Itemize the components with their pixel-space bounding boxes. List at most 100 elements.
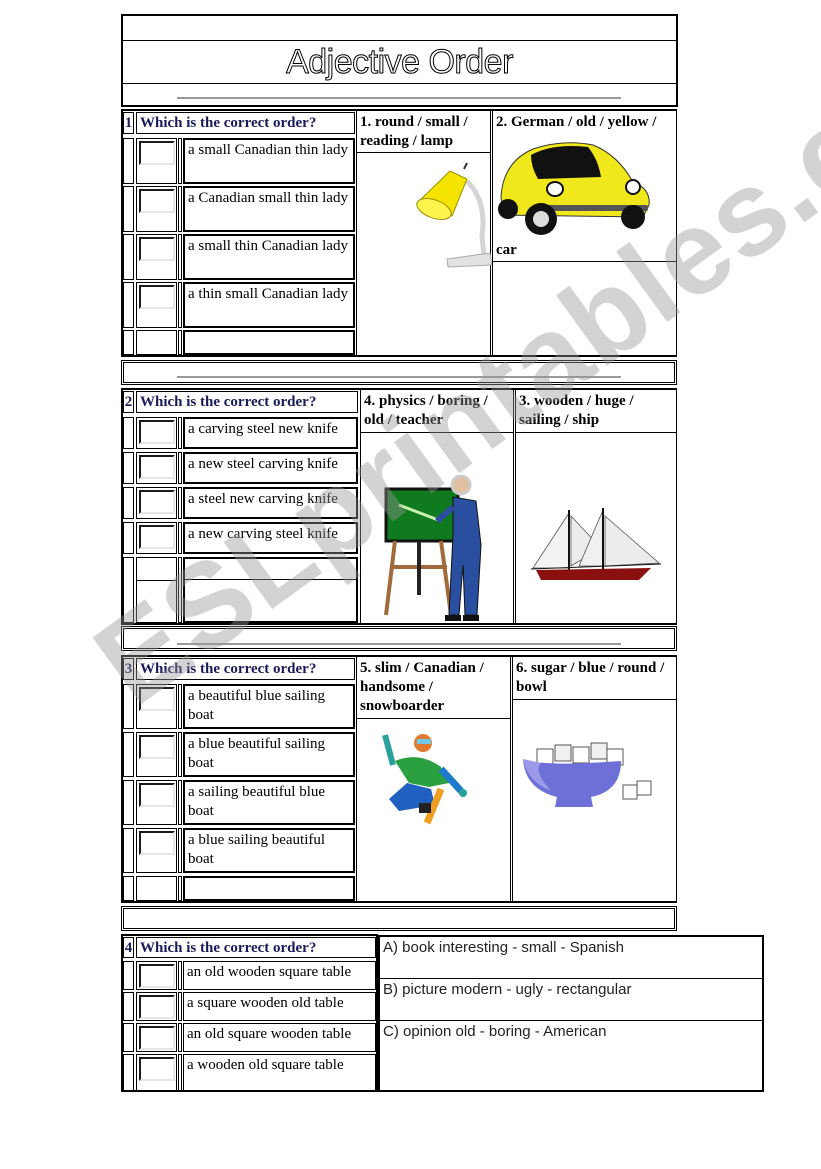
row-marker (123, 330, 134, 355)
spacer-band (121, 906, 677, 931)
option-text: a square wooden old table (187, 995, 344, 1011)
spacer-cell (178, 732, 182, 777)
lamp-image (416, 162, 492, 268)
option-text: a new carving steel knife (188, 526, 338, 542)
prompt-text: 2. German / old / yellow / (496, 114, 657, 130)
answer-cell (136, 1023, 177, 1052)
spacer-cell (178, 961, 182, 990)
option-text: a beautiful blue sailing boat (188, 688, 326, 723)
spacer-cell (178, 282, 182, 328)
title-rule-top (123, 40, 676, 41)
option-cell: a wooden old square table (183, 1054, 376, 1091)
spacer-cell (178, 1054, 182, 1091)
option-cell: a sailing beautiful blue boat (183, 780, 355, 825)
answer-input[interactable] (139, 1026, 175, 1050)
option-text: a small thin Canadian lady (188, 238, 348, 254)
answer-cell (136, 828, 177, 873)
answer-input[interactable] (139, 964, 175, 988)
answer-cell (136, 417, 177, 449)
option-text: a small Canadian thin lady (188, 142, 348, 158)
option-cell (183, 876, 355, 901)
question-text: Which is the correct order? (140, 394, 317, 410)
question-header: Which is the correct order? (136, 112, 355, 134)
row-marker (123, 557, 134, 623)
answer-input[interactable] (139, 189, 175, 213)
answer-cell (136, 780, 177, 825)
option-cell: a small Canadian thin lady (183, 138, 355, 184)
answer-input[interactable] (139, 735, 175, 759)
spacer-cell (178, 186, 182, 232)
row-marker (123, 1023, 134, 1052)
question-number-box: 2 (123, 391, 134, 413)
answer-input[interactable] (139, 831, 175, 855)
option-text: an old wooden square table (187, 964, 352, 980)
answer-option-c: C) opinion old - boring - American (383, 1023, 607, 1040)
answer-cell (136, 282, 177, 328)
snowboarder-image (382, 734, 467, 825)
row-marker (123, 1054, 134, 1091)
answer-input[interactable] (139, 783, 175, 807)
answer-input[interactable] (139, 141, 175, 165)
option-text: a blue sailing beautiful boat (188, 832, 326, 867)
answer-input[interactable] (139, 525, 175, 549)
row-marker (123, 522, 134, 554)
prompt-card: 4. physics / boring / old / teacher (360, 389, 514, 624)
prompt-text: 5. slim / Canadian / handsome / snowboar… (357, 657, 510, 719)
option-text: an old square wooden table (187, 1026, 352, 1042)
ship-image (531, 508, 662, 580)
option-cell (183, 330, 355, 355)
prompt-text: 6. sugar / blue / round / bowl (513, 657, 676, 700)
answer-cell (136, 487, 177, 519)
spacer-cell (178, 330, 182, 355)
row-marker (123, 452, 134, 484)
option-cell: a small thin Canadian lady (183, 234, 355, 280)
question-number: 3 (124, 661, 133, 677)
option-cell: a new steel carving knife (183, 452, 358, 484)
answer-input[interactable] (139, 490, 175, 514)
answer-input[interactable] (139, 285, 175, 309)
divider-line (177, 643, 621, 645)
spacer-cell (178, 1023, 182, 1052)
spacer-band (121, 626, 677, 651)
spacer-cell (178, 780, 182, 825)
teacher-image (384, 475, 482, 621)
answer-input[interactable] (139, 1057, 175, 1081)
answer-cell (136, 522, 177, 554)
option-text: a blue beautiful sailing boat (188, 736, 326, 771)
prompt-text: 3. wooden / huge / sailing / ship (516, 390, 676, 433)
answer-input[interactable] (139, 995, 175, 1019)
row-marker (123, 487, 134, 519)
question-header: Which is the correct order? (136, 391, 358, 413)
answer-cell (136, 684, 177, 729)
car-image (498, 142, 650, 235)
option-cell: an old square wooden table (183, 1023, 376, 1052)
answer-cell (136, 961, 177, 990)
row-marker (123, 186, 134, 232)
option-cell: a carving steel new knife (183, 417, 358, 449)
option-cell: a new carving steel knife (183, 522, 358, 554)
option-text: a sailing beautiful blue boat (188, 784, 326, 819)
answer-cell (136, 876, 177, 901)
spacer-cell (178, 557, 182, 623)
spacer-cell (178, 452, 182, 484)
option-text: a Canadian small thin lady (188, 190, 348, 206)
option-text: a new steel carving knife (188, 456, 338, 472)
page-title: Adjective Order (286, 43, 514, 82)
row-marker (123, 684, 134, 729)
answer-input[interactable] (139, 237, 175, 261)
prompt-card: 2. German / old / yellow / car (492, 110, 677, 356)
option-text: a wooden old square table (187, 1057, 344, 1073)
answers-box: A) book interesting - small - Spanish B)… (378, 935, 764, 1092)
question-number: 4 (124, 940, 133, 956)
question-text: Which is the correct order? (140, 940, 317, 956)
answer-input[interactable] (139, 455, 175, 479)
cell-divider (493, 261, 676, 262)
answer-input[interactable] (139, 687, 175, 711)
sugar-bowl-image (523, 742, 652, 807)
question-header: Which is the correct order? (136, 658, 355, 680)
title-rule-bottom (123, 83, 676, 84)
answer-input[interactable] (139, 420, 175, 444)
row-marker (123, 992, 134, 1021)
question-text: Which is the correct order? (140, 115, 317, 131)
row-marker (123, 282, 134, 328)
